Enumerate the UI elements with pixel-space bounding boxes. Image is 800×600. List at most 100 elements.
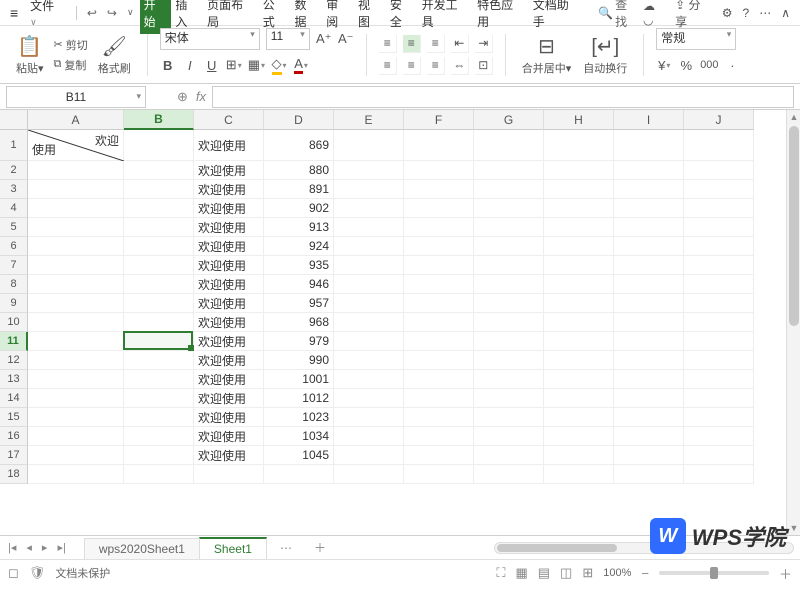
cell-B4[interactable] (124, 199, 194, 218)
cell-H10[interactable] (544, 313, 614, 332)
col-header-H[interactable]: H (544, 110, 614, 130)
cell-style-button[interactable]: ▦ (248, 56, 265, 74)
cell-I11[interactable] (614, 332, 684, 351)
cell-C11[interactable]: 欢迎使用 (194, 332, 264, 351)
decrease-font-button[interactable]: A⁻ (338, 30, 354, 48)
cell-B11[interactable] (124, 332, 194, 351)
cell-C9[interactable]: 欢迎使用 (194, 294, 264, 313)
cell-D6[interactable]: 924 (264, 237, 334, 256)
cell-E10[interactable] (334, 313, 404, 332)
cell-B3[interactable] (124, 180, 194, 199)
page-layout-icon[interactable]: ▤ (538, 565, 550, 581)
cell-G11[interactable] (474, 332, 544, 351)
cell-B2[interactable] (124, 161, 194, 180)
row-header-1[interactable]: 1 (0, 130, 28, 161)
cell-H15[interactable] (544, 408, 614, 427)
cell-C5[interactable]: 欢迎使用 (194, 218, 264, 237)
cell-A9[interactable] (28, 294, 124, 313)
cell-F5[interactable] (404, 218, 474, 237)
cell-I17[interactable] (614, 446, 684, 465)
cell-E17[interactable] (334, 446, 404, 465)
cell-J17[interactable] (684, 446, 754, 465)
cell-C17[interactable]: 欢迎使用 (194, 446, 264, 465)
normal-view-icon[interactable]: ▦ (515, 565, 527, 581)
cell-J13[interactable] (684, 370, 754, 389)
cell-B5[interactable] (124, 218, 194, 237)
align-center-button[interactable]: ≡ (403, 57, 421, 75)
zoom-knob[interactable] (710, 567, 718, 579)
cell-E18[interactable] (334, 465, 404, 484)
zoom-out-button[interactable]: − (641, 566, 649, 581)
cell-G2[interactable] (474, 161, 544, 180)
cell-C7[interactable]: 欢迎使用 (194, 256, 264, 275)
cell-A4[interactable] (28, 199, 124, 218)
cell-C18[interactable] (194, 465, 264, 484)
cell-D2[interactable]: 880 (264, 161, 334, 180)
search-icon[interactable]: 🔍 (598, 6, 613, 20)
cell-H14[interactable] (544, 389, 614, 408)
cell-B10[interactable] (124, 313, 194, 332)
name-box[interactable]: B11 (6, 86, 146, 108)
cell-C6[interactable]: 欢迎使用 (194, 237, 264, 256)
cell-D3[interactable]: 891 (264, 180, 334, 199)
cell-F13[interactable] (404, 370, 474, 389)
row-header-11[interactable]: 11 (0, 332, 28, 351)
cell-E8[interactable] (334, 275, 404, 294)
cell-A1[interactable]: 欢迎使用 (28, 130, 124, 161)
cell-E3[interactable] (334, 180, 404, 199)
cell-I5[interactable] (614, 218, 684, 237)
cell-C3[interactable]: 欢迎使用 (194, 180, 264, 199)
cell-F10[interactable] (404, 313, 474, 332)
cell-A5[interactable] (28, 218, 124, 237)
sheet-tab-0[interactable]: wps2020Sheet1 (84, 538, 200, 559)
redo-button[interactable]: ↪ (103, 4, 121, 22)
cell-D15[interactable]: 1023 (264, 408, 334, 427)
cell-D10[interactable]: 968 (264, 313, 334, 332)
hscroll-thumb[interactable] (497, 544, 617, 552)
cell-C8[interactable]: 欢迎使用 (194, 275, 264, 294)
cell-C1[interactable]: 欢迎使用 (194, 130, 264, 161)
scroll-up-arrow[interactable]: ▲ (787, 110, 800, 124)
cell-G16[interactable] (474, 427, 544, 446)
bold-button[interactable]: B (160, 56, 176, 74)
cell-B17[interactable] (124, 446, 194, 465)
cell-I9[interactable] (614, 294, 684, 313)
cell-J5[interactable] (684, 218, 754, 237)
comma-style-button[interactable]: 000 (700, 56, 718, 74)
cell-E5[interactable] (334, 218, 404, 237)
zoom-level[interactable]: 100% (603, 567, 631, 579)
add-sheet-button[interactable]: ＋ (306, 539, 334, 556)
zoom-slider[interactable] (659, 571, 769, 575)
cell-F1[interactable] (404, 130, 474, 161)
cloud-sync-icon[interactable]: ☁◡ (643, 0, 665, 27)
cell-H11[interactable] (544, 332, 614, 351)
undo-button[interactable]: ↩ (83, 4, 101, 22)
cell-F11[interactable] (404, 332, 474, 351)
cell-J3[interactable] (684, 180, 754, 199)
cell-C10[interactable]: 欢迎使用 (194, 313, 264, 332)
col-header-I[interactable]: I (614, 110, 684, 130)
cell-B9[interactable] (124, 294, 194, 313)
cell-E16[interactable] (334, 427, 404, 446)
cell-I15[interactable] (614, 408, 684, 427)
cell-G8[interactable] (474, 275, 544, 294)
cell-I6[interactable] (614, 237, 684, 256)
align-right-button[interactable]: ≡ (427, 57, 445, 75)
row-header-18[interactable]: 18 (0, 465, 28, 484)
cell-E13[interactable] (334, 370, 404, 389)
cell-A8[interactable] (28, 275, 124, 294)
cell-F15[interactable] (404, 408, 474, 427)
increase-indent-button[interactable]: ⇥ (475, 35, 493, 53)
cell-D11[interactable]: 979 (264, 332, 334, 351)
share-button[interactable]: ⇪ 分享 (675, 0, 712, 30)
row-header-5[interactable]: 5 (0, 218, 28, 237)
cell-F4[interactable] (404, 199, 474, 218)
cell-F18[interactable] (404, 465, 474, 484)
align-bottom-button[interactable]: ≡ (427, 35, 445, 53)
row-header-8[interactable]: 8 (0, 275, 28, 294)
cell-D16[interactable]: 1034 (264, 427, 334, 446)
borders-button[interactable]: ⊞ (226, 56, 242, 74)
search-label[interactable]: 查找 (615, 0, 639, 30)
row-header-9[interactable]: 9 (0, 294, 28, 313)
cell-B14[interactable] (124, 389, 194, 408)
